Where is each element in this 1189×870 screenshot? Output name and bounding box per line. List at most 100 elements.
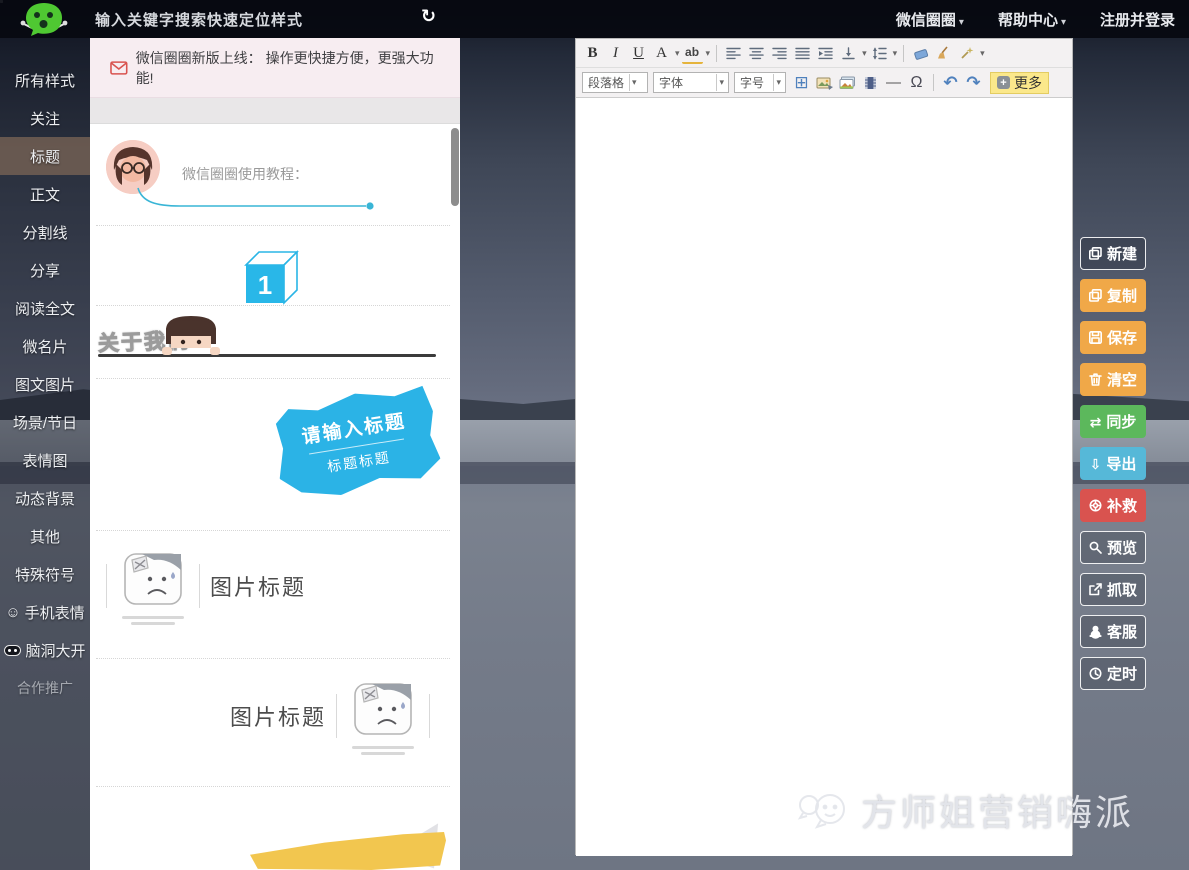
sync-icon: ⇄ (1090, 415, 1102, 429)
item-separator (96, 378, 450, 379)
sidebar-item-image-text[interactable]: 图文图片 (0, 365, 90, 403)
sidebar-item-brain-open[interactable]: 脑洞大开 (0, 631, 90, 669)
export-button[interactable]: ⇩ 导出 (1080, 447, 1146, 480)
underline-button[interactable]: U (628, 42, 649, 64)
letter-spacing-button[interactable] (838, 42, 859, 64)
search-input[interactable]: 输入关键字搜索快速定位样式 (95, 9, 303, 30)
bold-button[interactable]: B (582, 42, 603, 64)
paragraph-format-select[interactable]: 段落格▾ (582, 72, 648, 93)
style-item-blue-brush[interactable]: 请输入标题 标题标题 (268, 382, 443, 504)
sidebar-item-share[interactable]: 分享 (0, 251, 90, 289)
sidebar-item-emoticon[interactable]: 表情图 (0, 441, 90, 479)
photo-album-icon[interactable] (837, 72, 858, 94)
chevron-down-icon: ▾ (773, 74, 783, 91)
more-tools-button[interactable]: + 更多 (990, 72, 1049, 94)
image-title-label: 图片标题 (210, 570, 306, 602)
indent-button[interactable] (815, 42, 836, 64)
special-char-button[interactable]: Ω (906, 72, 927, 94)
video-icon[interactable] (860, 72, 881, 94)
sidebar-item-title[interactable]: 标题 (0, 137, 90, 175)
sidebar-item-phone-emoji[interactable]: ☺手机表情 (0, 593, 90, 631)
eraser-icon[interactable] (910, 42, 931, 64)
sidebar-item-dynamic-bg[interactable]: 动态背景 (0, 479, 90, 517)
style-item-image-title-left[interactable]: 图片标题 (106, 546, 306, 625)
sidebar-item-special-symbols[interactable]: 特殊符号 (0, 555, 90, 593)
align-left-button[interactable] (723, 42, 744, 64)
image-title-label: 图片标题 (230, 700, 326, 732)
panel-scrollbar[interactable] (451, 128, 459, 206)
style-item-yellow-brush[interactable] (250, 818, 450, 870)
menu-help-center[interactable]: 帮助中心▾ (998, 9, 1066, 30)
style-item-cube[interactable]: 1 (240, 248, 302, 313)
brush-title: 请输入标题 (300, 406, 408, 449)
sidebar-item-divider[interactable]: 分割线 (0, 213, 90, 251)
save-button[interactable]: 保存 (1080, 321, 1146, 354)
align-justify-button[interactable] (792, 42, 813, 64)
table-icon[interactable]: ⊞ (791, 72, 812, 94)
chevron-down-icon[interactable]: ▾ (675, 48, 680, 59)
undo-button[interactable]: ↶ (940, 72, 961, 94)
svg-text:1: 1 (258, 270, 272, 300)
new-button[interactable]: 新建 (1080, 237, 1146, 270)
clock-icon (1089, 667, 1102, 680)
item-separator (96, 530, 450, 531)
vertical-bar (429, 694, 430, 738)
wechat-logo-icon[interactable] (16, 1, 72, 43)
copy-icon (1089, 289, 1102, 302)
caption-line (352, 746, 414, 749)
sidebar-item-follow[interactable]: 关注 (0, 99, 90, 137)
screenshot-image-icon[interactable] (814, 72, 835, 94)
tutorial-text: 微信圈圈使用教程： (182, 164, 308, 184)
horizontal-rule-button[interactable]: — (883, 72, 904, 94)
vertical-bar (336, 694, 337, 738)
grab-button[interactable]: 抓取 (1080, 573, 1146, 606)
caption-line (131, 622, 175, 625)
clear-button[interactable]: 清空 (1080, 363, 1146, 396)
menu-wxquanquan[interactable]: 微信圈圈▾ (896, 9, 964, 30)
brush-subtitle: 标题标题 (326, 447, 392, 477)
sad-box-character-icon (347, 676, 419, 755)
service-button[interactable]: 客服 (1080, 615, 1146, 648)
highlight-button[interactable]: ab (682, 42, 703, 64)
login-register-link[interactable]: 注册并登录 (1100, 9, 1175, 30)
refresh-icon[interactable]: ↻ (421, 6, 436, 27)
notice-bar[interactable]: 微信圈圈新版上线： 操作更快捷方便，更强大功能! (90, 38, 460, 98)
line-height-button[interactable] (869, 42, 890, 64)
align-center-button[interactable] (746, 42, 767, 64)
top-menu: 微信圈圈▾ 帮助中心▾ 注册并登录 (896, 0, 1175, 38)
sidebar-item-other[interactable]: 其他 (0, 517, 90, 555)
caption-line (122, 616, 184, 619)
italic-button[interactable]: I (605, 42, 626, 64)
style-item-image-title-right[interactable]: 图片标题 (230, 676, 430, 755)
sidebar-item-micro-card[interactable]: 微名片 (0, 327, 90, 365)
curve-connector (134, 186, 380, 212)
font-size-select[interactable]: 字号▾ (734, 72, 786, 93)
redo-button[interactable]: ↷ (963, 72, 984, 94)
broom-icon[interactable] (933, 42, 954, 64)
sidebar-item-scene-festival[interactable]: 场景/节日 (0, 403, 90, 441)
chevron-down-icon[interactable]: ▾ (706, 48, 711, 59)
caption-line (361, 752, 405, 755)
chevron-down-icon[interactable]: ▾ (862, 48, 867, 59)
top-bar: 输入关键字搜索快速定位样式 ↻ 微信圈圈▾ 帮助中心▾ 注册并登录 (0, 0, 1189, 38)
rich-text-canvas[interactable] (576, 98, 1072, 856)
preview-button[interactable]: 预览 (1080, 531, 1146, 564)
schedule-button[interactable]: 定时 (1080, 657, 1146, 690)
magic-wand-icon[interactable] (956, 42, 977, 64)
font-color-button[interactable]: A (651, 42, 672, 64)
styles-panel: 微信圈圈新版上线： 操作更快捷方便，更强大功能! 微信圈圈使用教程： (90, 38, 460, 870)
align-right-button[interactable] (769, 42, 790, 64)
sidebar-item-all-styles[interactable]: 所有样式 (0, 61, 90, 99)
chevron-down-icon[interactable]: ▾ (980, 48, 985, 59)
copy-icon (1089, 247, 1102, 260)
chevron-down-icon[interactable]: ▾ (893, 48, 898, 59)
sidebar-item-partner-promo[interactable]: 合作推广 (0, 669, 90, 707)
rescue-button[interactable]: 补救 (1080, 489, 1146, 522)
item-separator (96, 225, 450, 226)
sidebar-item-body-text[interactable]: 正文 (0, 175, 90, 213)
copy-button[interactable]: 复制 (1080, 279, 1146, 312)
trash-icon (1089, 373, 1102, 386)
font-family-select[interactable]: 字体▾ (653, 72, 729, 93)
sync-button[interactable]: ⇄ 同步 (1080, 405, 1146, 438)
sidebar-item-read-all[interactable]: 阅读全文 (0, 289, 90, 327)
